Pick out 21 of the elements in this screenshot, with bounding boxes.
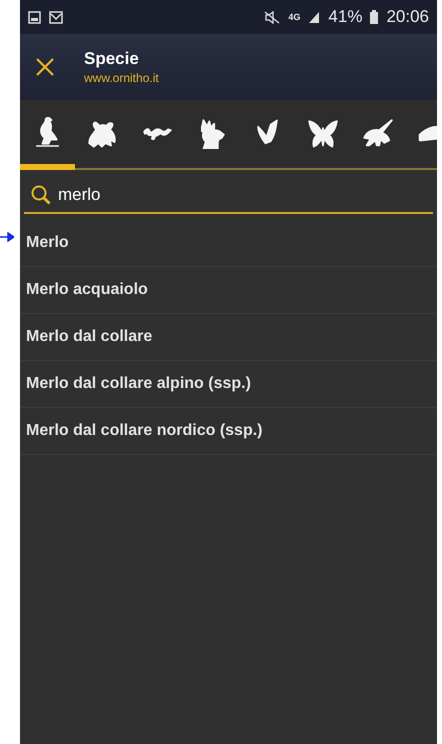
clock: 20:06 <box>386 7 429 27</box>
mail-icon <box>49 10 63 24</box>
species-name[interactable]: Merlo dal collare <box>26 328 152 346</box>
close-button[interactable] <box>36 58 54 76</box>
mute-icon <box>264 10 280 24</box>
battery-icon <box>370 10 378 24</box>
close-icon <box>36 58 54 76</box>
species-name[interactable]: Merlo dal collare nordico (ssp.) <box>26 422 262 440</box>
search-icon <box>30 184 52 206</box>
signal-icon <box>308 10 320 24</box>
notification-icon <box>28 10 41 24</box>
search-field[interactable]: merlo <box>24 180 433 214</box>
arrow-icon <box>0 232 14 242</box>
screen-title: Specie <box>84 49 140 69</box>
search-input[interactable]: merlo <box>58 185 358 205</box>
species-name[interactable]: Merlo acquaiolo <box>26 281 148 299</box>
network-label: 4G <box>288 12 300 22</box>
battery-percent: 41% <box>328 7 362 27</box>
website-subtitle: www.ornitho.it <box>84 71 159 85</box>
species-name[interactable]: Merlo <box>26 234 69 252</box>
species-name[interactable]: Merlo dal collare alpino (ssp.) <box>26 375 251 393</box>
